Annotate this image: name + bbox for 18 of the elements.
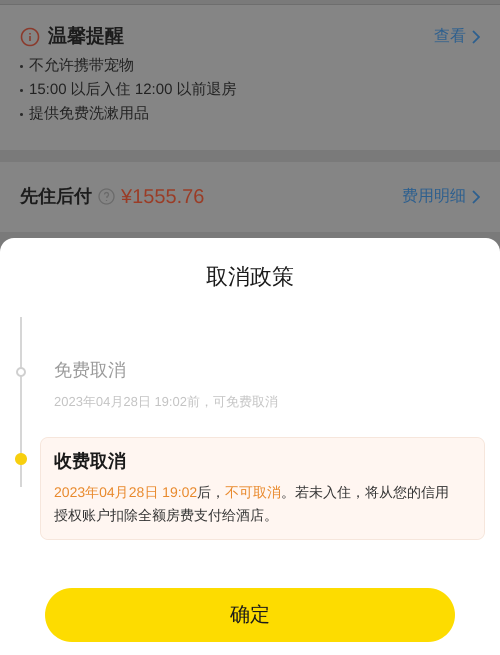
policy-description: 2023年04月28日 19:02后，不可取消。若未入住，将从您的信用授权账户扣除全额房费支付给酒店。 [54,483,450,525]
payment-label: 先住后付 [20,185,92,208]
info-icon [20,27,40,48]
chevron-right-icon [472,30,480,44]
policy-title: 收费取消 [54,450,127,473]
sheet-title: 取消政策 [205,262,295,290]
chevron-right-icon [472,190,480,204]
policy-title: 免费取消 [54,358,127,382]
view-link[interactable]: 查看 [434,25,480,50]
fee-details-link[interactable]: 费用明细 [402,184,480,208]
reminder-title: 温馨提醒 [48,25,124,49]
price-text: ¥1555.76 [121,184,204,210]
reminder-item: 不允许携带宠物 [29,56,134,76]
help-icon[interactable] [98,188,115,205]
reminder-item: 提供免费洗漱用品 [29,104,149,124]
reminder-item: 15:00 以后入住 12:00 以前退房 [29,80,237,100]
policy-description: 2023年04月28日 19:02前，可免费取消 [54,392,279,410]
confirm-button[interactable]: 确定 [45,588,455,642]
